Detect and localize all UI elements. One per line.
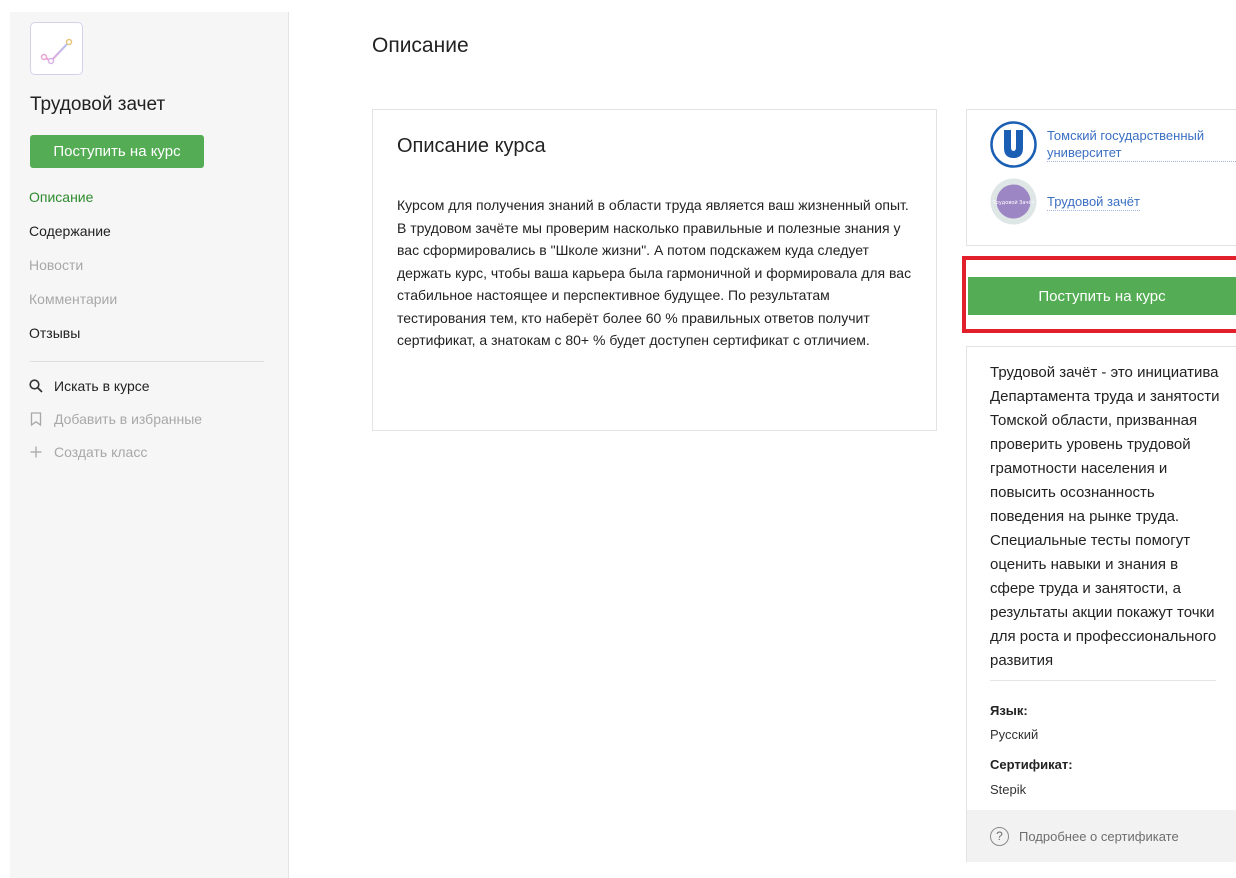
info-divider bbox=[990, 680, 1216, 681]
sidebar-divider bbox=[30, 361, 264, 362]
certificate-details-link[interactable]: ? Подробнее о сертификате bbox=[967, 810, 1236, 862]
enroll-button-main[interactable]: Поступить на курс bbox=[968, 277, 1236, 315]
add-to-favorites-label: Добавить в избранные bbox=[54, 411, 203, 427]
language-label: Язык: bbox=[990, 703, 1028, 718]
chart-line-icon bbox=[40, 38, 73, 65]
tsu-logo-icon[interactable] bbox=[990, 121, 1037, 168]
course-logo[interactable] bbox=[30, 22, 83, 75]
authors-card: Томский государственный университет Труд… bbox=[966, 109, 1236, 246]
bookmark-icon bbox=[29, 411, 43, 427]
org-trudovoy-zachet: Трудовой Зачёт Трудовой зачёт bbox=[990, 178, 1140, 225]
course-nav: Описание Содержание Новости Комментарии … bbox=[29, 188, 117, 358]
question-icon: ? bbox=[990, 826, 1009, 846]
search-in-course-label: Искать в курсе bbox=[54, 378, 150, 394]
page-title: Описание bbox=[372, 34, 469, 57]
course-about-text: Трудовой зачёт - это инициатива Департам… bbox=[990, 364, 1220, 669]
org-link-trudovoy-zachet[interactable]: Трудовой зачёт bbox=[1047, 193, 1140, 211]
enroll-button-sidebar[interactable]: Поступить на курс bbox=[30, 135, 204, 168]
plus-icon bbox=[29, 444, 43, 460]
add-to-favorites-action[interactable]: Добавить в избранные bbox=[29, 411, 202, 444]
course-actions: Искать в курсе Добавить в избранные Созд… bbox=[29, 378, 202, 477]
nav-item-news[interactable]: Новости bbox=[29, 256, 117, 290]
org-tsu: Томский государственный университет bbox=[990, 121, 1236, 168]
course-description-card: Описание курса Курсом для получения знан… bbox=[372, 109, 937, 431]
nav-item-reviews[interactable]: Отзывы bbox=[29, 324, 117, 358]
description-text: Курсом для получения знаний в области тр… bbox=[397, 197, 912, 348]
nav-item-comments[interactable]: Комментарии bbox=[29, 290, 117, 324]
description-heading: Описание курса bbox=[397, 135, 546, 157]
course-info-card: Трудовой зачёт - это инициатива Департам… bbox=[966, 346, 1236, 862]
certificate-value: Stepik bbox=[990, 782, 1027, 797]
org-link-tsu[interactable]: Томский государственный университет bbox=[1047, 127, 1236, 162]
certificate-details-label: Подробнее о сертификате bbox=[1019, 828, 1179, 844]
trudovoy-zachet-logo-icon[interactable]: Трудовой Зачёт bbox=[990, 178, 1037, 225]
search-in-course-action[interactable]: Искать в курсе bbox=[29, 378, 202, 411]
nav-item-contents[interactable]: Содержание bbox=[29, 222, 117, 256]
certificate-label: Сертификат: bbox=[990, 757, 1073, 772]
nav-item-description[interactable]: Описание bbox=[29, 188, 117, 222]
language-value: Русский bbox=[990, 727, 1039, 742]
svg-text:Трудовой Зачёт: Трудовой Зачёт bbox=[992, 199, 1035, 206]
sidebar: Трудовой зачет Поступить на курс Описани… bbox=[10, 12, 289, 878]
course-title: Трудовой зачет bbox=[30, 94, 166, 115]
search-icon bbox=[29, 378, 43, 394]
create-class-action[interactable]: Создать класс bbox=[29, 444, 202, 477]
create-class-label: Создать класс bbox=[54, 444, 148, 460]
